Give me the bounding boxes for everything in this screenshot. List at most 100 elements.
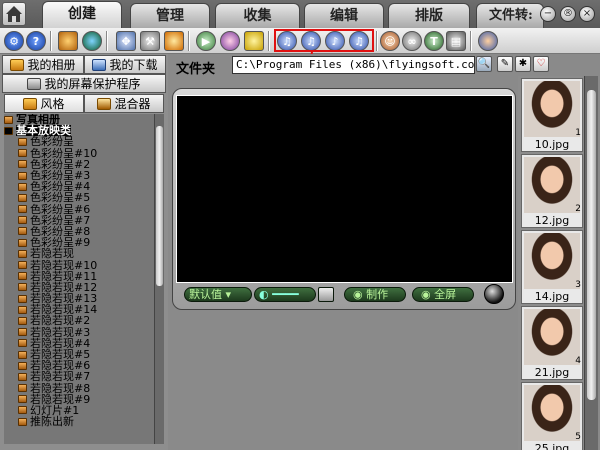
thumbnail-item[interactable]: 1 10.jpg <box>521 78 583 152</box>
export-icon[interactable] <box>478 31 498 51</box>
highlight-box <box>274 29 374 52</box>
toolbar-separator <box>470 31 472 51</box>
crop-icon[interactable]: ✥ <box>116 31 136 51</box>
left-scrollbar[interactable] <box>154 114 164 444</box>
scroll-thumb[interactable] <box>156 126 163 286</box>
my-screensaver-button[interactable]: 我的屏幕保护程序 <box>2 74 166 93</box>
close-button[interactable]: × <box>579 6 595 22</box>
toolbar-separator <box>188 31 190 51</box>
folder-icon <box>18 328 27 337</box>
folder-icon <box>18 216 27 225</box>
globe-icon[interactable] <box>82 31 102 51</box>
thumbnail-filename: 14.jpg <box>534 290 570 303</box>
wand-icon[interactable]: ⚒ <box>140 31 160 51</box>
browse-icon[interactable]: 🔍 <box>476 56 492 72</box>
toolbar-separator <box>268 31 270 51</box>
fullscreen-button[interactable]: ◉ 全屏 <box>412 287 474 302</box>
tree-node[interactable]: 若隐若现#10 <box>18 259 154 271</box>
tree-node[interactable]: 色彩纷呈 <box>18 136 154 147</box>
thumbnail-number: 5 <box>575 432 581 442</box>
thumbnail-number: 3 <box>575 280 581 290</box>
thumbnail-number: 4 <box>575 356 581 366</box>
tree-node[interactable]: 色彩纷呈#6 <box>18 204 154 215</box>
preview-controls: 默认值 ▾ ◐ ━━━━ ◉ 制作 ◉ 全屏 <box>176 285 513 305</box>
settings-icon[interactable]: ⚙ <box>4 31 24 51</box>
tab-manage[interactable]: 管理 <box>130 3 210 28</box>
home-icon <box>6 6 22 22</box>
minimize-button[interactable]: − <box>540 6 556 22</box>
tab-style[interactable]: 风格 <box>4 94 84 113</box>
thumbnail-item[interactable]: 3 14.jpg <box>521 230 583 304</box>
tree-node[interactable]: 若隐若现#8 <box>18 383 154 394</box>
tree-node[interactable]: 若隐若现#7 <box>18 371 154 382</box>
make-button[interactable]: ◉ 制作 <box>344 287 406 302</box>
star-icon[interactable]: ✱ <box>515 56 531 72</box>
my-download-button[interactable]: 我的下载 <box>84 55 166 74</box>
help-icon[interactable]: ? <box>26 31 46 51</box>
folder-icon <box>18 249 27 258</box>
folder-icon <box>18 238 27 247</box>
folder-icon <box>18 205 27 214</box>
text-icon[interactable]: T <box>424 31 444 51</box>
tab-file-convert[interactable]: 文件转: <box>476 3 544 28</box>
scroll-thumb[interactable] <box>587 90 596 400</box>
folder-icon[interactable] <box>58 31 78 51</box>
tree-node[interactable]: 推陈出新 <box>18 416 154 427</box>
thumbnail-filename: 12.jpg <box>534 214 570 227</box>
thumbnail-photo <box>524 233 580 289</box>
thumbnail-scrollbar[interactable] <box>584 76 598 450</box>
heart-icon[interactable]: ♡ <box>533 56 549 72</box>
thumbnail-item[interactable]: 4 21.jpg <box>521 306 583 380</box>
thumbnail-filename: 10.jpg <box>534 138 570 151</box>
preview-screen <box>176 95 513 283</box>
thumbnail-item[interactable]: 5 25.jpg <box>521 382 583 450</box>
folder-icon <box>18 160 27 169</box>
tree-node[interactable]: 色彩纷呈#5 <box>18 192 154 203</box>
my-screensaver-label: 我的屏幕保护程序 <box>44 77 141 91</box>
tree-node[interactable]: 若隐若现#2 <box>18 315 154 326</box>
tree-node-root-selected[interactable]: 基本放映类 <box>4 125 154 137</box>
tab-edit[interactable]: 编辑 <box>304 3 384 28</box>
list-icon[interactable] <box>318 287 334 302</box>
tree-node-label: 若隐若现#7 <box>30 370 91 384</box>
default-button[interactable]: 默认值 ▾ <box>184 287 252 302</box>
thumbnail-item[interactable]: 2 12.jpg <box>521 154 583 228</box>
filmstrip-icon[interactable]: ▤ <box>446 31 466 51</box>
my-album-button[interactable]: 我的相册 <box>2 55 84 74</box>
power-knob[interactable] <box>484 284 504 304</box>
folder-icon <box>18 350 27 359</box>
app-window: 创建 管理 收集 编辑 排版 文件转: − ® × ⚙ ? ✥ ⚒ ▶ ♫ ♫ … <box>0 0 600 450</box>
folder-path-input[interactable]: C:\Program Files (x86)\flyingsoft.com.c <box>232 56 475 74</box>
album-icon <box>10 58 25 71</box>
folder-icon <box>18 395 27 404</box>
note-icon[interactable] <box>244 31 264 51</box>
tab-collect[interactable]: 收集 <box>215 3 300 28</box>
restore-button[interactable]: ® <box>560 6 576 22</box>
user-icon[interactable]: ☺ <box>380 31 400 51</box>
disc-icon[interactable] <box>220 31 240 51</box>
folder-icon <box>4 115 13 124</box>
tab-mixer[interactable]: 混合器 <box>84 94 164 113</box>
tab-layout[interactable]: 排版 <box>388 3 470 28</box>
folder-icon <box>18 406 27 415</box>
tab-bar: 创建 管理 收集 编辑 排版 文件转: − ® × <box>0 0 600 28</box>
tree-node-label: 若隐若现#8 <box>30 381 91 395</box>
pencil-icon[interactable]: ✎ <box>497 56 513 72</box>
home-button[interactable] <box>2 2 26 26</box>
folder-icon <box>18 283 27 292</box>
tab-create[interactable]: 创建 <box>42 1 122 28</box>
volume-slider[interactable]: ◐ ━━━━ <box>254 287 316 302</box>
tree-node[interactable]: 若隐若现 <box>18 248 154 259</box>
tab-mixer-label: 混合器 <box>114 97 151 111</box>
folder-icon <box>18 305 27 314</box>
link-icon[interactable]: ∞ <box>402 31 422 51</box>
forward-icon[interactable]: ▶ <box>196 31 216 51</box>
folder-icon <box>18 182 27 191</box>
folder-icon <box>18 261 27 270</box>
tree-node-label: 色彩纷呈#10 <box>30 146 98 160</box>
camera-icon[interactable] <box>164 31 184 51</box>
thumbnail-photo <box>524 385 580 441</box>
toolbar-separator <box>50 31 52 51</box>
make-label: 制作 <box>366 288 389 301</box>
style-tree[interactable]: 写真相册 基本放映类 色彩纷呈 色彩纷呈#10 色彩纷呈#2 色彩纷呈#3 色彩纷呈#4… <box>4 114 154 444</box>
